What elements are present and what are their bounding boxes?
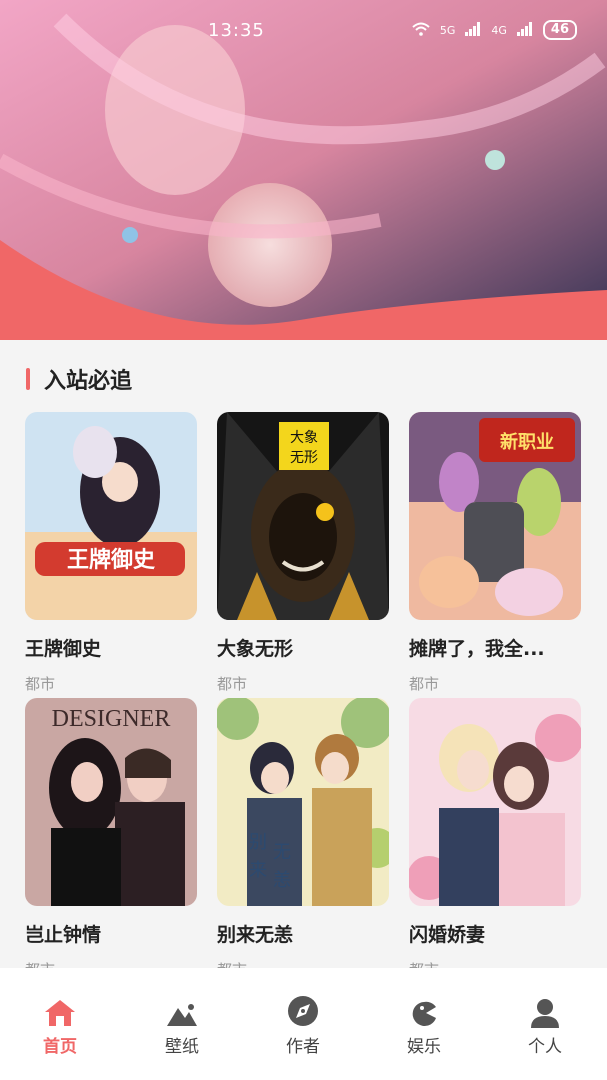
book-cover[interactable]: 大象 无形 (217, 412, 389, 620)
book-cover[interactable] (409, 698, 581, 906)
book-title: 大象无形 (217, 638, 294, 660)
book-genre: 都市 (409, 959, 581, 968)
book-cover[interactable]: 王牌御史 (25, 412, 197, 620)
svg-text:无: 无 (273, 842, 291, 863)
home-icon (20, 994, 100, 1028)
section-header: 入站必追 (26, 364, 132, 394)
gamepad-icon (384, 994, 464, 1028)
tab-home[interactable]: 首页 (20, 994, 100, 1057)
signal-4g-label: 4G (491, 23, 507, 37)
book-card[interactable]: 新职业 摊牌了，我全... 都市 (409, 412, 581, 694)
section-title: 入站必追 (44, 369, 133, 394)
mountain-icon (142, 994, 222, 1028)
tab-label: 作者 (286, 1037, 320, 1057)
status-time: 13:35 (208, 20, 265, 41)
signal-5g-label: 5G (439, 23, 456, 37)
book-card[interactable]: 大象 无形 大象无形 都市 (217, 412, 389, 694)
svg-text:恙: 恙 (273, 870, 291, 891)
tab-label: 个人 (528, 1037, 562, 1057)
book-title: 岂止钟情 (25, 924, 102, 946)
svg-text:无形: 无形 (290, 450, 318, 466)
section-accent-bar (26, 368, 30, 390)
book-cover[interactable]: 新职业 (409, 412, 581, 620)
book-cover[interactable]: DESIGNER (25, 698, 197, 906)
tab-profile[interactable]: 个人 (505, 994, 585, 1057)
tab-entertainment[interactable]: 娱乐 (384, 994, 464, 1057)
book-card[interactable]: 闪婚娇妻 都市 (409, 698, 581, 968)
wifi-icon (412, 22, 430, 39)
svg-text:别: 别 (249, 832, 267, 853)
book-title: 摊牌了，我全... (409, 638, 545, 660)
book-genre: 都市 (25, 675, 56, 693)
main-content: 入站必追 王牌御史 王牌御史 都市 大象 无形 大象无形 都市 新职业 摊牌了，… (0, 340, 607, 968)
signal-icon-2 (516, 21, 533, 39)
hero-banner[interactable]: 13:35 5G 4G 46 (0, 0, 607, 340)
book-card[interactable]: 王牌御史 王牌御史 都市 (25, 412, 197, 694)
tab-author[interactable]: 作者 (263, 994, 343, 1057)
svg-text:王牌御史: 王牌御史 (67, 547, 156, 573)
user-icon (505, 994, 585, 1028)
tab-label: 首页 (43, 1037, 77, 1057)
status-bar: 13:35 5G 4G 46 (0, 0, 607, 60)
book-genre: 都市 (409, 675, 440, 693)
svg-text:新职业: 新职业 (500, 431, 554, 453)
book-genre: 都市 (217, 959, 389, 968)
tab-label: 壁纸 (165, 1037, 199, 1057)
book-title: 别来无恙 (217, 924, 294, 946)
svg-text:来: 来 (249, 860, 267, 881)
battery-indicator: 46 (542, 20, 577, 40)
status-icons: 5G 4G 46 (412, 20, 577, 40)
tab-label: 娱乐 (407, 1037, 441, 1057)
svg-text:大象: 大象 (290, 430, 318, 446)
book-title: 王牌御史 (25, 638, 102, 660)
pen-icon (263, 994, 343, 1028)
book-cover[interactable]: 别 来 无 恙 (217, 698, 389, 906)
tab-wallpaper[interactable]: 壁纸 (142, 994, 222, 1057)
signal-icon (465, 21, 481, 39)
book-title: 闪婚娇妻 (409, 924, 486, 946)
book-genre: 都市 (217, 675, 248, 693)
book-genre: 都市 (25, 959, 197, 968)
svg-text:DESIGNER: DESIGNER (52, 706, 171, 732)
book-card[interactable]: DESIGNER 岂止钟情 都市 (25, 698, 197, 968)
book-card[interactable]: 别 来 无 恙 别来无恙 都市 (217, 698, 389, 968)
bottom-tab-bar: 首页 壁纸 作者 娱乐 个人 (0, 968, 607, 1080)
